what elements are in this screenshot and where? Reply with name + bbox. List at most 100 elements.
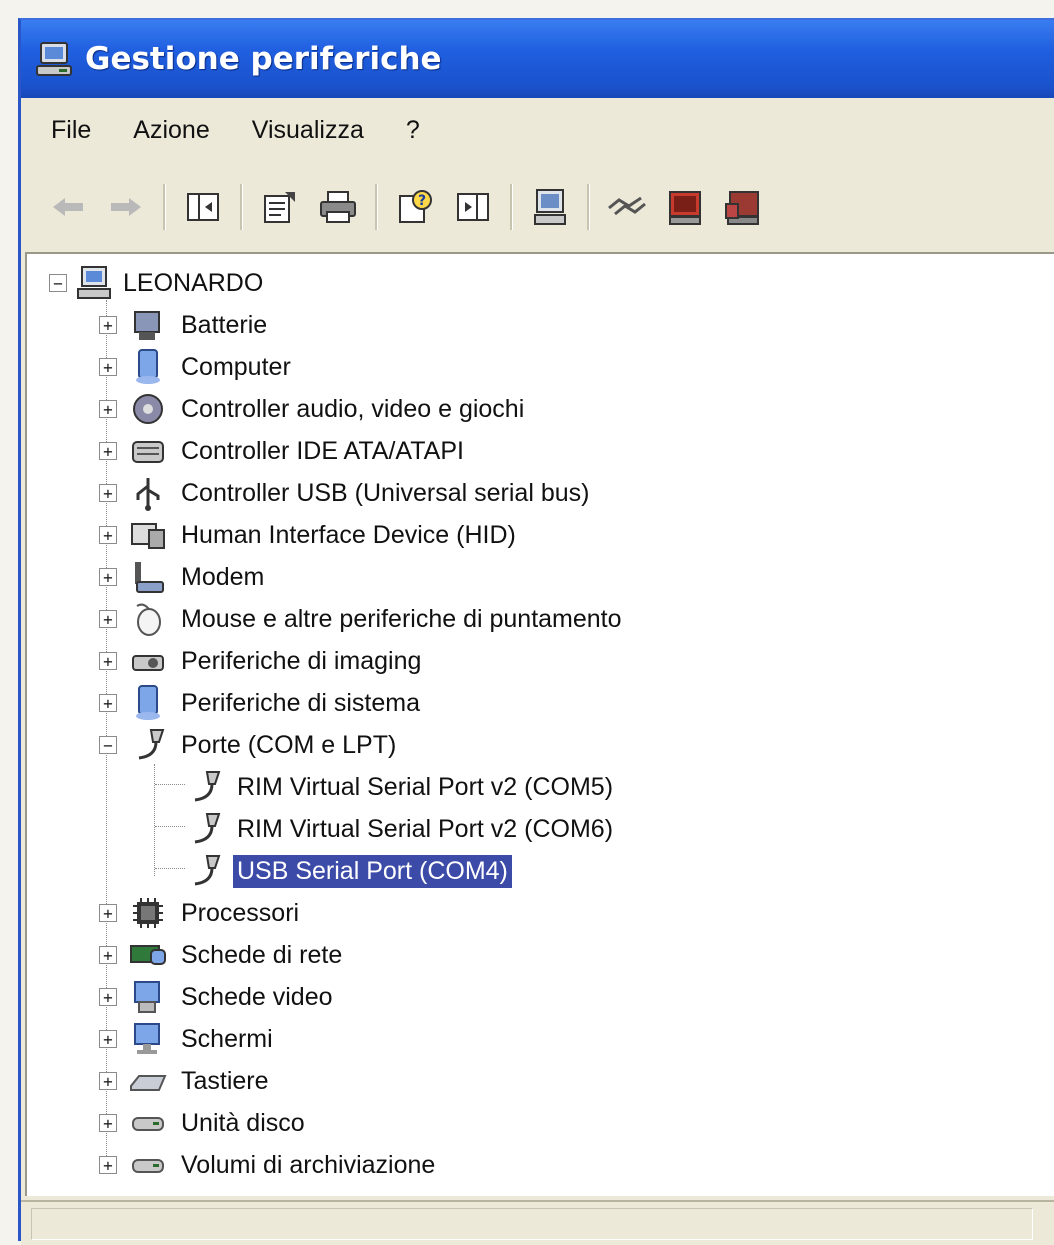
- tree-item-system[interactable]: + Periferiche di sistema: [99, 682, 424, 724]
- usb-icon: [136, 478, 160, 511]
- hid-icon: [131, 523, 165, 549]
- tree-item-label: Unità disco: [181, 1108, 305, 1137]
- tree-item-label: Computer: [181, 352, 291, 381]
- tree-item-usb[interactable]: + Controller USB (Universal serial bus): [99, 472, 593, 514]
- tree-item-com5[interactable]: RIM Virtual Serial Port v2 (COM5): [185, 766, 617, 808]
- tree-item-label: Controller USB (Universal serial bus): [181, 478, 590, 507]
- tree-item-label: Periferiche di sistema: [181, 688, 420, 717]
- tree-item-storage-volumes[interactable]: + Volumi di archiviazione: [99, 1144, 439, 1186]
- tree-item-label: Porte (COM e LPT): [181, 730, 397, 759]
- computer-icon: [77, 266, 111, 299]
- tree-item-ide[interactable]: + Controller IDE ATA/ATAPI: [99, 430, 468, 472]
- expand-toggle[interactable]: +: [99, 610, 117, 628]
- expand-toggle[interactable]: +: [99, 316, 117, 334]
- svg-text:?: ?: [418, 193, 426, 209]
- tree-item-disk-drives[interactable]: + Unità disco: [99, 1102, 309, 1144]
- network-card-icon: [130, 945, 166, 965]
- tree-item-batterie[interactable]: + Batterie: [99, 304, 271, 346]
- toolbar-separator: [163, 184, 166, 230]
- menu-view[interactable]: Visualizza: [252, 116, 364, 145]
- toolbar-separator: [510, 184, 513, 230]
- collapse-toggle[interactable]: −: [99, 736, 117, 754]
- tree-item-com6[interactable]: RIM Virtual Serial Port v2 (COM6): [185, 808, 617, 850]
- menu-help[interactable]: ?: [406, 116, 420, 145]
- expand-toggle[interactable]: +: [99, 1030, 117, 1048]
- tree-line: [154, 764, 155, 876]
- tree-root[interactable]: − LEONARDO: [49, 262, 267, 304]
- tree-item-mouse[interactable]: + Mouse e altre periferiche di puntament…: [99, 598, 626, 640]
- properties-button[interactable]: [257, 184, 303, 230]
- collapse-toggle[interactable]: −: [49, 274, 67, 292]
- expand-toggle[interactable]: +: [99, 652, 117, 670]
- tree-item-label: Controller IDE ATA/ATAPI: [181, 436, 464, 465]
- tree-item-imaging[interactable]: + Periferiche di imaging: [99, 640, 425, 682]
- port-icon: [138, 729, 165, 760]
- audio-icon: [133, 394, 163, 424]
- forward-button[interactable]: [103, 184, 149, 230]
- tree-item-modem[interactable]: + Modem: [99, 556, 268, 598]
- tree-item-label: RIM Virtual Serial Port v2 (COM5): [237, 772, 614, 801]
- expand-toggle[interactable]: +: [99, 1072, 117, 1090]
- menu-file[interactable]: File: [51, 116, 91, 145]
- expand-toggle[interactable]: +: [99, 1156, 117, 1174]
- show-hide-tree-button[interactable]: [180, 184, 226, 230]
- expand-toggle[interactable]: +: [99, 694, 117, 712]
- expand-toggle[interactable]: +: [99, 946, 117, 964]
- status-bar: [21, 1200, 1054, 1245]
- tree-item-processors[interactable]: + Processori: [99, 892, 303, 934]
- imaging-icon: [132, 655, 164, 671]
- expand-toggle[interactable]: +: [99, 400, 117, 418]
- device-tree[interactable]: − LEONARDO + Batterie + Computer + Contr…: [25, 252, 1054, 1196]
- ide-controller-icon: [132, 441, 164, 463]
- update-driver-button[interactable]: [604, 184, 650, 230]
- scan-hardware-icon: [534, 189, 566, 225]
- tree-item-computer[interactable]: + Computer: [99, 346, 295, 388]
- expand-toggle[interactable]: +: [99, 358, 117, 376]
- toolbar-separator: [375, 184, 378, 230]
- tree-item-hid[interactable]: + Human Interface Device (HID): [99, 514, 520, 556]
- expand-toggle[interactable]: +: [99, 442, 117, 460]
- window-title: Gestione periferiche: [85, 41, 442, 77]
- tree-item-label: Schede di rete: [181, 940, 343, 969]
- tree-item-video[interactable]: + Schede video: [99, 976, 337, 1018]
- toolbar-separator: [240, 184, 243, 230]
- uninstall-icon: [669, 191, 701, 225]
- menu-bar: File Azione Visualizza ?: [21, 104, 1054, 156]
- tree-item-label: Periferiche di imaging: [181, 646, 422, 675]
- port-icon: [194, 855, 221, 886]
- tree-item-ports[interactable]: − Porte (COM e LPT): [99, 724, 400, 766]
- device-manager-window: Gestione periferiche File Azione Visuali…: [18, 18, 1054, 1245]
- print-icon: [320, 191, 356, 223]
- selected-tree-item-label: USB Serial Port (COM4): [233, 854, 512, 888]
- expand-toggle[interactable]: +: [99, 988, 117, 1006]
- scan-hardware-button[interactable]: [527, 184, 573, 230]
- tree-item-keyboards[interactable]: + Tastiere: [99, 1060, 273, 1102]
- video-card-icon: [134, 981, 160, 1013]
- tree-item-monitors[interactable]: + Schermi: [99, 1018, 277, 1060]
- help-button[interactable]: ?: [392, 184, 438, 230]
- disable-button[interactable]: [720, 184, 766, 230]
- status-panel: [31, 1208, 1033, 1240]
- back-button[interactable]: [45, 184, 91, 230]
- title-bar[interactable]: Gestione periferiche: [21, 20, 1054, 98]
- port-icon: [194, 771, 221, 802]
- tree-item-network[interactable]: + Schede di rete: [99, 934, 346, 976]
- menu-action[interactable]: Azione: [133, 116, 209, 145]
- tree-item-com4[interactable]: USB Serial Port (COM4): [185, 850, 512, 892]
- tree-item-label: Schermi: [181, 1024, 273, 1053]
- show-hide-action-pane-button[interactable]: [450, 184, 496, 230]
- expand-toggle[interactable]: +: [99, 526, 117, 544]
- mouse-icon: [136, 603, 161, 636]
- toolbar: ?: [21, 168, 1054, 246]
- print-button[interactable]: [315, 184, 361, 230]
- tree-item-audio[interactable]: + Controller audio, video e giochi: [99, 388, 528, 430]
- expand-toggle[interactable]: +: [99, 904, 117, 922]
- expand-toggle[interactable]: +: [99, 1114, 117, 1132]
- expand-toggle[interactable]: +: [99, 568, 117, 586]
- device-manager-icon: [36, 42, 72, 76]
- expand-toggle[interactable]: +: [99, 484, 117, 502]
- disable-icon: [725, 191, 759, 225]
- root-label: LEONARDO: [123, 268, 264, 297]
- modem-icon: [135, 562, 164, 593]
- uninstall-button[interactable]: [662, 184, 708, 230]
